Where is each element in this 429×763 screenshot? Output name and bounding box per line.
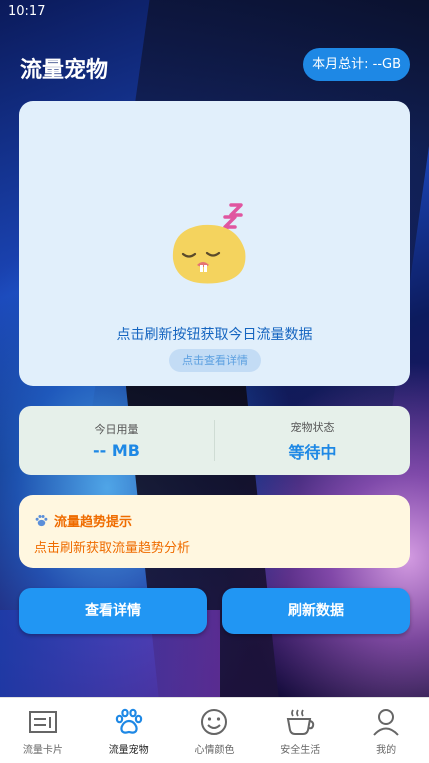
page-title: 流量宠物 [20, 58, 109, 83]
smiley-icon [201, 709, 228, 735]
view-details-link[interactable]: 点击查看详情 [169, 349, 261, 372]
tab-label: 心情颜色 [194, 745, 235, 756]
tab-traffic-card[interactable]: 流量卡片 [0, 698, 86, 763]
pet-card[interactable]: 点击刷新按钮获取今日流量数据 点击查看详情 [19, 101, 410, 386]
sleeping-pet-icon [172, 203, 246, 284]
bottom-tab-bar: 流量卡片 流量宠物 心情颜色 安全生活 我的 [0, 697, 429, 763]
today-usage-stat: 今日用量 -- MB [19, 406, 214, 475]
pet-status-label: 宠物状态 [290, 420, 335, 434]
tab-label: 我的 [376, 745, 397, 756]
tab-mood-color[interactable]: 心情颜色 [172, 698, 258, 763]
pet-hint-text: 点击刷新按钮获取今日流量数据 [116, 327, 313, 343]
card-icon [28, 711, 57, 733]
tab-label: 流量卡片 [22, 745, 63, 756]
tab-label: 安全生活 [280, 745, 321, 756]
today-usage-label: 今日用量 [94, 423, 139, 436]
paw-icon [35, 514, 48, 527]
refresh-button[interactable]: 刷新数据 [222, 588, 410, 634]
paw-icon [115, 708, 142, 734]
trend-title-label: 流量趋势提示 [54, 515, 133, 530]
tab-mine[interactable]: 我的 [343, 698, 429, 763]
tab-traffic-pet[interactable]: 流量宠物 [86, 698, 172, 763]
tab-label: 流量宠物 [108, 745, 149, 756]
person-icon [373, 709, 399, 736]
stats-card: 今日用量 -- MB 宠物状态 等待中 [19, 406, 410, 475]
today-usage-value: -- MB [93, 441, 140, 460]
monthly-total-badge[interactable]: 本月总计: --GB [303, 48, 410, 81]
tab-safe-life[interactable]: 安全生活 [257, 698, 343, 763]
pet-status-value: 等待中 [288, 442, 337, 462]
status-bar-time: 10:17 [8, 4, 46, 19]
view-details-button[interactable]: 查看详情 [19, 588, 207, 634]
trend-card: 流量趋势提示 点击刷新获取流量趋势分析 [19, 495, 410, 568]
pet-status-stat: 宠物状态 等待中 [215, 406, 410, 475]
coffee-cup-icon [287, 709, 315, 735]
trend-text: 点击刷新获取流量趋势分析 [34, 541, 191, 556]
trend-title: 流量趋势提示 [34, 511, 132, 530]
